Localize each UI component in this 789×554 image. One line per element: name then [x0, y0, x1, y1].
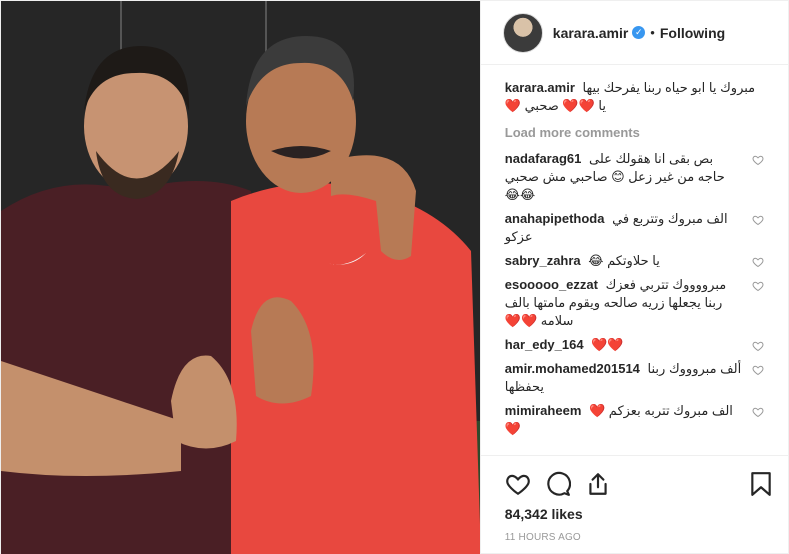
instagram-post: karara.amir ✓ • Following karara.amir مب… [0, 0, 789, 554]
comment-like-heart-icon[interactable] [752, 340, 764, 352]
comment-item: har_edy_164 ❤️❤️ [505, 336, 764, 354]
comment-like-heart-icon[interactable] [752, 364, 764, 376]
comment-item: sabry_zahra يا حلاوتكم 😂 [505, 252, 764, 270]
comment-item: nadafarag61 بص بقى انا هقولك على حاجه من… [505, 150, 764, 204]
comment-like-heart-icon[interactable] [752, 256, 764, 268]
comment-like-heart-icon[interactable] [752, 214, 764, 226]
comments-list: karara.amir مبروك يا ابو حياه ربنا يفرحك… [481, 65, 788, 455]
separator-dot: • [650, 25, 655, 40]
share-icon[interactable] [585, 471, 611, 497]
heart-icon[interactable] [505, 471, 531, 497]
comment-item: esooooo_ezzat مبرووووك تتربي فعزك ربنا ي… [505, 276, 764, 330]
comment-like-heart-icon[interactable] [752, 154, 764, 166]
post-header: karara.amir ✓ • Following [480, 1, 788, 65]
comment-icon[interactable] [545, 471, 571, 497]
comment-author[interactable]: esooooo_ezzat [505, 277, 598, 292]
caption: karara.amir مبروك يا ابو حياه ربنا يفرحك… [505, 79, 764, 115]
comment-item: amir.mohamed201514 ألف مبروووك ربنا يحفظ… [505, 360, 764, 396]
post-actions: 84,342 likes 11 HOURS AGO [480, 455, 788, 554]
comment-text: ❤️❤️ [591, 337, 624, 352]
caption-author[interactable]: karara.amir [505, 80, 575, 95]
following-button[interactable]: Following [660, 25, 725, 41]
comment-item: anahapipethoda الف مبروك وتتربع في عزكو [505, 210, 764, 246]
comment-author[interactable]: mimiraheem [505, 403, 582, 418]
verified-badge-icon: ✓ [632, 26, 646, 39]
post-photo[interactable] [1, 1, 480, 554]
comment-like-heart-icon[interactable] [752, 280, 764, 292]
bookmark-icon[interactable] [750, 471, 772, 497]
comment-like-heart-icon[interactable] [752, 406, 764, 418]
likes-count[interactable]: 84,342 likes [505, 506, 772, 522]
action-icons [505, 464, 772, 504]
photo-illustration [1, 1, 480, 554]
header-username[interactable]: karara.amir [553, 25, 629, 41]
post-sidebar: karara.amir ✓ • Following karara.amir مب… [479, 1, 788, 554]
comment-author[interactable]: har_edy_164 [505, 337, 584, 352]
comment-item: mimiraheem الف مبروك تتربه بعزكم ❤️ ❤️ [505, 402, 764, 438]
comment-text: يا حلاوتكم 😂 [588, 253, 660, 268]
comment-author[interactable]: sabry_zahra [505, 253, 581, 268]
comment-author[interactable]: amir.mohamed201514 [505, 361, 640, 376]
avatar[interactable] [502, 12, 543, 53]
comment-author[interactable]: nadafarag61 [505, 151, 582, 166]
load-more-comments-button[interactable]: Load more comments [505, 125, 764, 140]
post-timestamp[interactable]: 11 HOURS AGO [505, 532, 772, 543]
comment-author[interactable]: anahapipethoda [505, 211, 605, 226]
